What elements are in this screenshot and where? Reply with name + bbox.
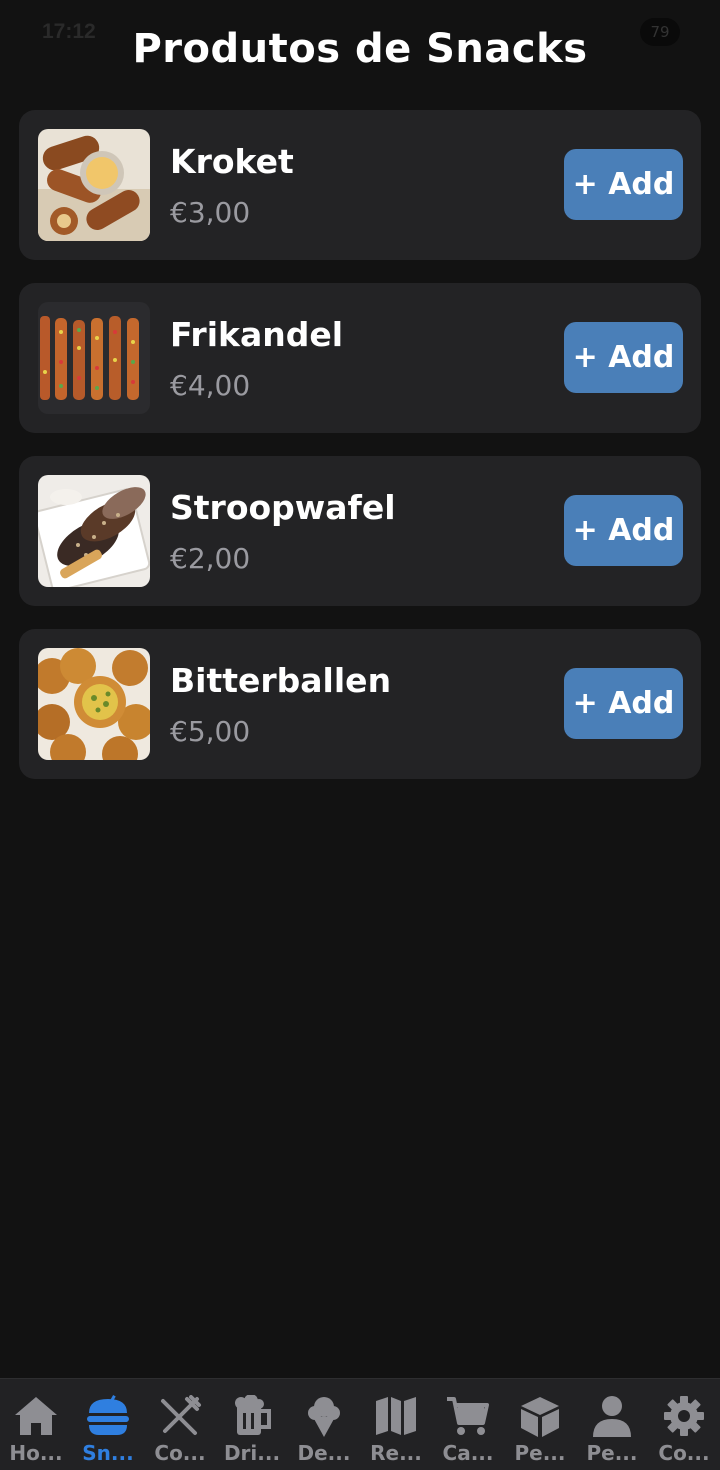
home-icon [13,1393,59,1439]
product-price: €5,00 [170,715,251,748]
nav-item-home[interactable]: Ho... [0,1379,72,1470]
nav-label: Dri... [223,1441,281,1465]
product-card: Kroket €3,00 + Add [19,110,701,260]
nav-item-comidas[interactable]: Co... [144,1379,216,1470]
nav-item-restaurants[interactable]: Re... [360,1379,432,1470]
nav-label: Ho... [9,1441,63,1465]
burger-icon [85,1393,131,1439]
frikandel-image [38,302,150,414]
bitterballen-image [38,648,150,760]
gear-icon [661,1393,707,1439]
product-name: Kroket [170,142,294,181]
utensils-icon [157,1393,203,1439]
product-card: Frikandel €4,00 + Add [19,283,701,433]
product-name: Stroopwafel [170,488,396,527]
nav-label: Pe... [586,1441,638,1465]
ice-cream-icon [301,1393,347,1439]
nav-item-orders[interactable]: Pe... [504,1379,576,1470]
bottom-nav: Ho... Sn... Co... Dri... De... Re... Ca.… [0,1378,720,1470]
product-name: Bitterballen [170,661,392,700]
nav-label: De... [297,1441,351,1465]
nav-item-desserts[interactable]: De... [288,1379,360,1470]
product-name: Frikandel [170,315,344,354]
add-button[interactable]: + Add [564,495,683,566]
nav-label: Ca... [442,1441,494,1465]
nav-item-drinks[interactable]: Dri... [216,1379,288,1470]
nav-label: Re... [370,1441,422,1465]
nav-label: Sn... [82,1441,134,1465]
add-button[interactable]: + Add [564,668,683,739]
nav-item-profile[interactable]: Pe... [576,1379,648,1470]
product-price: €4,00 [170,369,251,402]
nav-item-settings[interactable]: Co... [648,1379,720,1470]
nav-item-cart[interactable]: Ca... [432,1379,504,1470]
add-button[interactable]: + Add [564,149,683,220]
product-card: Stroopwafel €2,00 + Add [19,456,701,606]
box-icon [517,1393,563,1439]
map-icon [373,1393,419,1439]
nav-label: Co... [154,1441,206,1465]
page-title: Produtos de Snacks [132,26,588,72]
product-price: €2,00 [170,542,251,575]
user-icon [589,1393,635,1439]
nav-label: Co... [658,1441,710,1465]
nav-item-snacks[interactable]: Sn... [72,1379,144,1470]
nav-label: Pe... [514,1441,566,1465]
add-button[interactable]: + Add [564,322,683,393]
product-card: Bitterballen €5,00 + Add [19,629,701,779]
cart-icon [445,1393,491,1439]
stroopwafel-image [38,475,150,587]
product-price: €3,00 [170,196,251,229]
beer-mug-icon [229,1393,275,1439]
product-list: Kroket €3,00 + Add Frikandel €4,00 + Add [19,110,701,802]
kroket-image [38,129,150,241]
